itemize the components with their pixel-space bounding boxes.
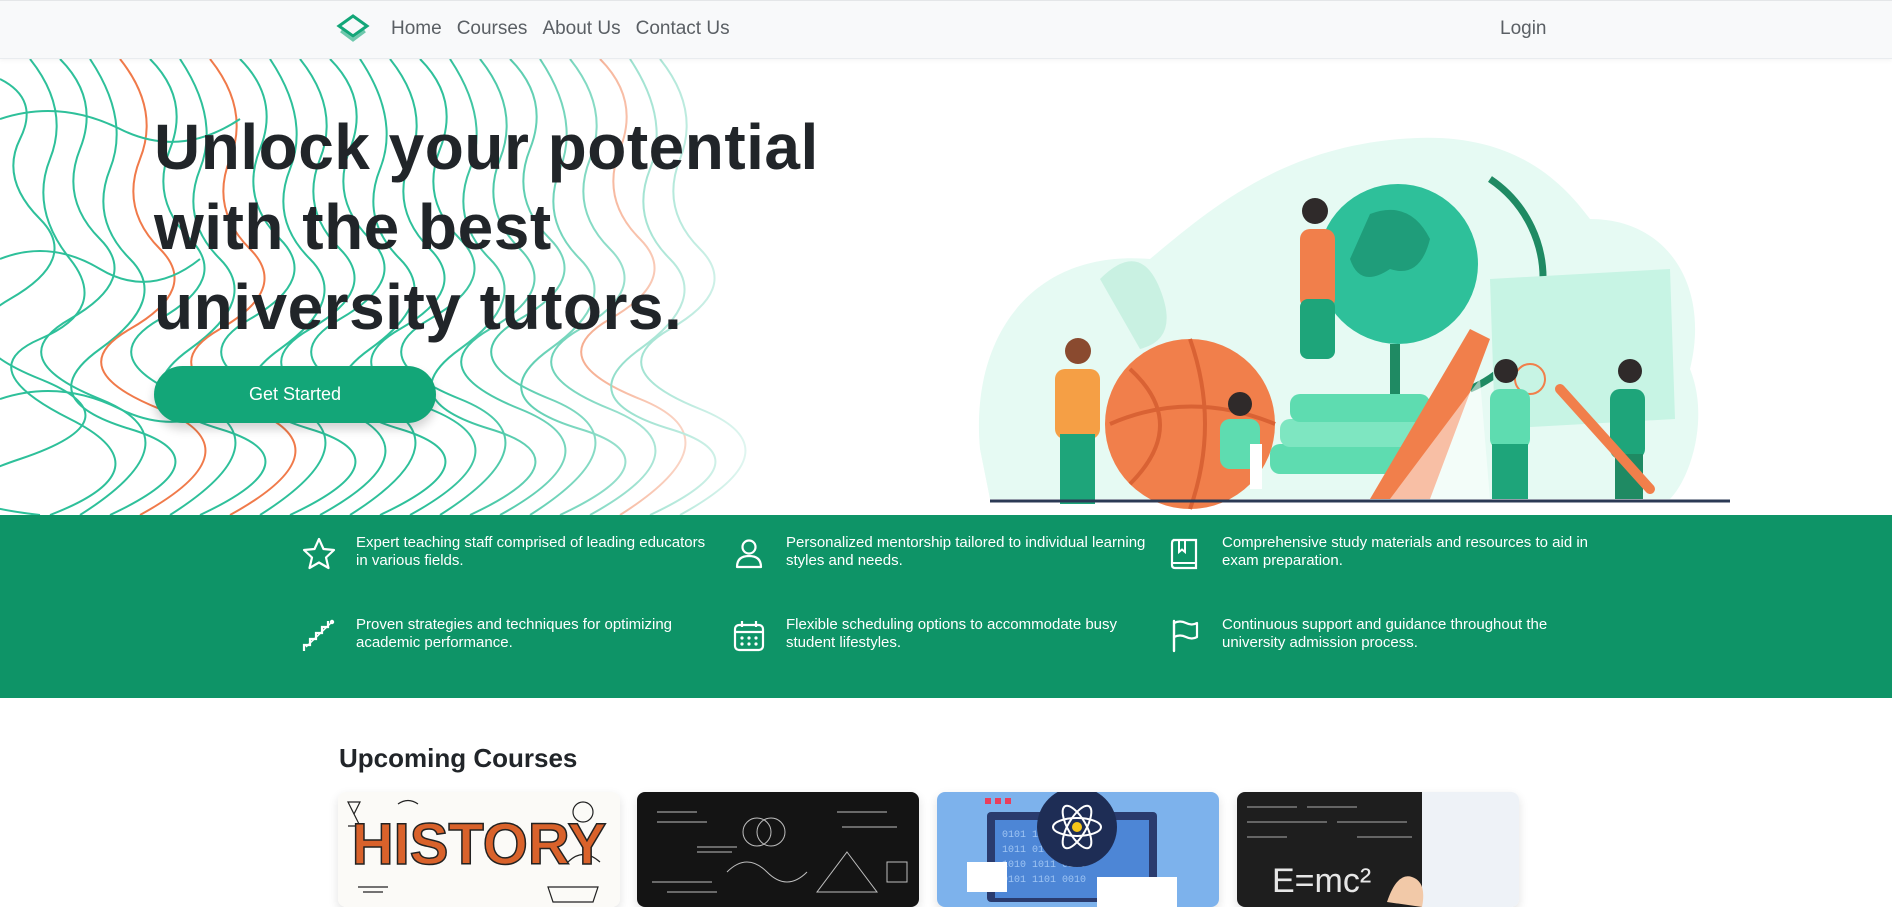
history-doodle-image: HISTORY (338, 792, 620, 907)
feature-text: Proven strategies and techniques for opt… (356, 616, 673, 651)
brand-logo-icon[interactable] (336, 13, 370, 47)
feature-item: Continuous support and guidance througho… (1166, 616, 1596, 655)
svg-text:0101 1101 0010: 0101 1101 0010 (1002, 875, 1086, 886)
flag-icon (1172, 619, 1199, 653)
course-card-computer-science[interactable]: 0101 1010 1101 1011 0101 1011 1010 1011 … (937, 792, 1219, 907)
star-icon (302, 537, 336, 570)
nav-link-contact[interactable]: Contact Us (636, 18, 730, 40)
hero-title: Unlock your potential with the best univ… (154, 107, 854, 347)
feature-item: Expert teaching staff comprised of leadi… (300, 534, 720, 573)
feature-text: Continuous support and guidance througho… (1222, 616, 1548, 651)
course-card-history[interactable]: HISTORY (338, 792, 620, 907)
nav-link-home[interactable]: Home (391, 18, 442, 40)
nav-link-about[interactable]: About Us (542, 18, 620, 40)
login-link[interactable]: Login (1500, 18, 1547, 40)
physics-emc2-image: E=mc² (1237, 792, 1519, 907)
hero-title-line-2: with the best (154, 191, 552, 263)
feature-text: Flexible scheduling options to accommoda… (786, 616, 1118, 651)
computer-science-atom-image: 0101 1010 1101 1011 0101 1011 1010 1011 … (937, 792, 1219, 907)
nav-link-courses[interactable]: Courses (457, 18, 528, 40)
physics-art-text: E=mc² (1272, 862, 1371, 900)
hero-education-illustration (978, 137, 1730, 510)
get-started-button[interactable]: Get Started (154, 366, 436, 423)
hero-title-line-1: Unlock your potential (154, 111, 819, 183)
hero-section: Unlock your potential with the best univ… (0, 59, 1892, 515)
history-art-text: HISTORY (352, 812, 607, 877)
upcoming-courses-heading: Upcoming Courses (339, 743, 578, 773)
feature-item: Personalized mentorship tailored to indi… (730, 534, 1160, 573)
math-chalkboard-image (637, 792, 919, 907)
feature-item: Comprehensive study materials and resour… (1166, 534, 1596, 573)
feature-text: Personalized mentorship tailored to indi… (786, 534, 1146, 569)
course-card-math[interactable] (637, 792, 919, 907)
nav-links: Home Courses About Us Contact Us (391, 18, 745, 40)
person-icon (735, 539, 763, 569)
feature-text: Expert teaching staff comprised of leadi… (356, 534, 706, 569)
calendar-icon (733, 621, 765, 652)
navbar: Home Courses About Us Contact Us Login (0, 0, 1892, 59)
feature-item: Flexible scheduling options to accommoda… (730, 616, 1160, 655)
feature-item: Proven strategies and techniques for opt… (300, 616, 720, 655)
course-card-physics[interactable]: E=mc² (1237, 792, 1519, 907)
book-icon (1170, 538, 1198, 570)
features-band: Expert teaching staff comprised of leadi… (0, 515, 1892, 698)
hero-title-line-3: university tutors. (154, 271, 683, 343)
feature-text: Comprehensive study materials and resour… (1222, 534, 1589, 569)
stairs-icon (302, 619, 335, 651)
